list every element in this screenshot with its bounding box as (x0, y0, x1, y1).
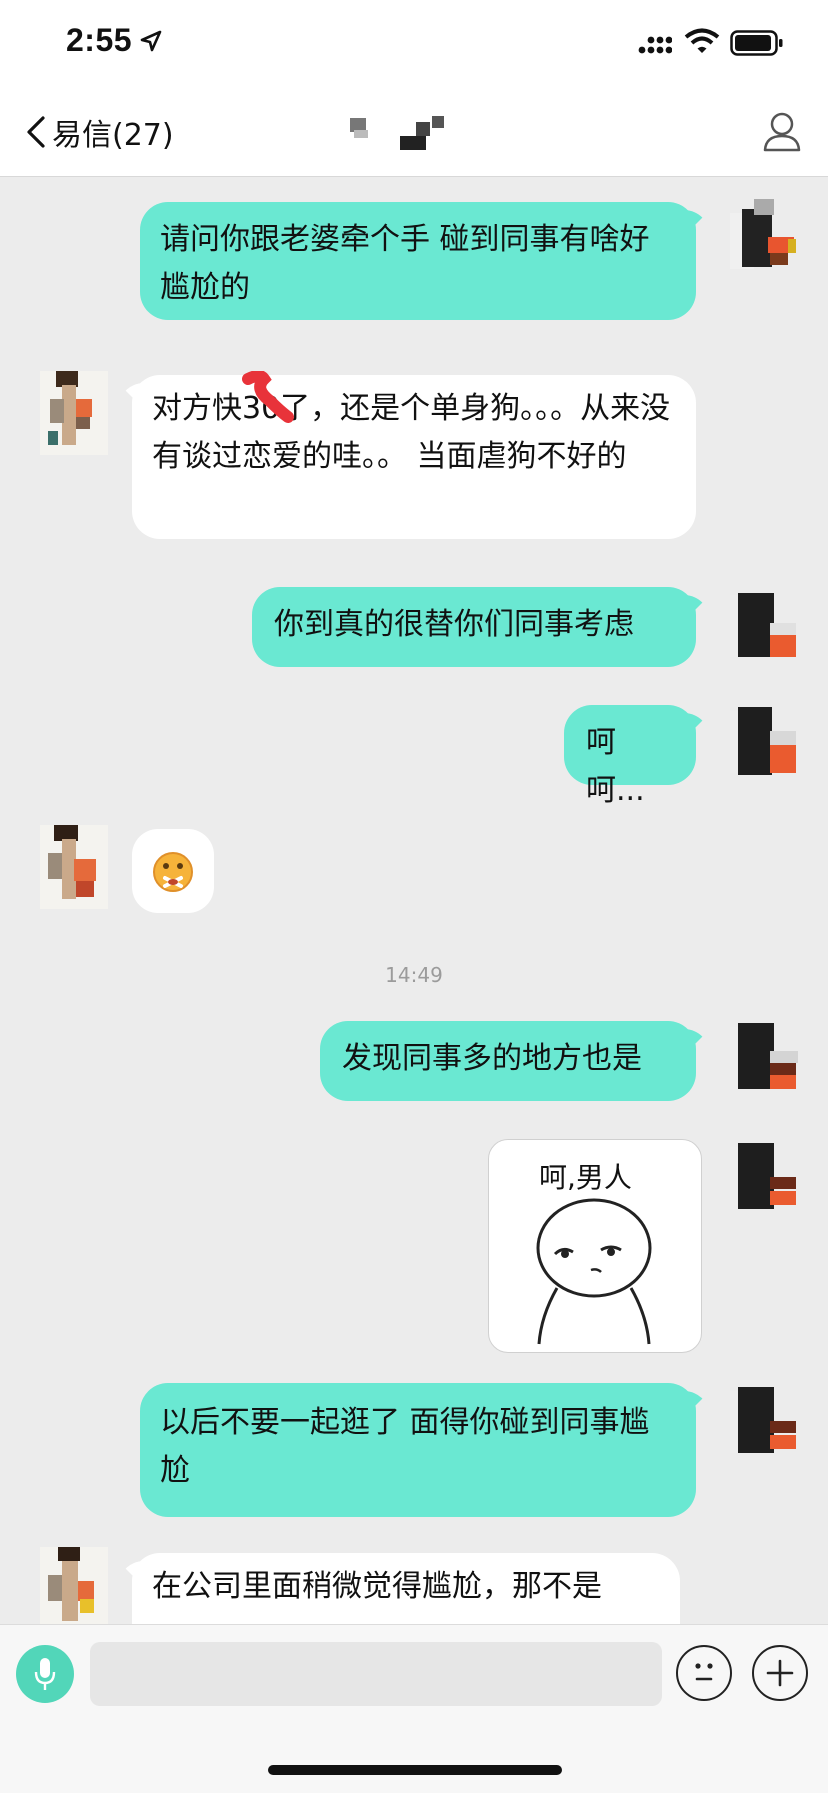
home-indicator[interactable] (268, 1765, 562, 1775)
voice-input-button[interactable] (16, 1645, 74, 1703)
red-scribble-redaction (242, 371, 294, 423)
nav-bar: 易信(27) (0, 88, 828, 177)
message-text: 以后不要一起逛了 面得你碰到同事尴尬 (160, 1405, 650, 1488)
back-label: 易信(27) (52, 118, 174, 153)
message-bubble-incoming[interactable] (132, 829, 214, 913)
self-avatar[interactable] (730, 1139, 798, 1223)
wifi-icon (684, 28, 720, 53)
message-text: 对方快30了，还是个单身狗。。。从来没有谈过恋爱的哇。。 当面虐狗不好的 (152, 391, 671, 474)
self-avatar[interactable] (730, 199, 798, 283)
profile-icon[interactable] (762, 110, 802, 154)
microphone-icon (34, 1658, 56, 1690)
message-bubble-outgoing[interactable]: 发现同事多的地方也是 (320, 1021, 696, 1101)
message-bubble-outgoing[interactable]: 以后不要一起逛了 面得你碰到同事尴尬 (140, 1383, 696, 1517)
message-bubble-outgoing[interactable]: 呵呵... (564, 705, 696, 808)
message-bubble-outgoing[interactable]: 请问你跟老婆牵个手 碰到同事有啥好尴尬的 (140, 202, 696, 320)
message-text: 发现同事多的地方也是 (342, 1041, 642, 1076)
emoji-button[interactable] (676, 1645, 732, 1701)
sticker-message[interactable]: 呵,男人 (488, 1139, 702, 1353)
status-bar: 2:55 (0, 0, 828, 88)
self-avatar[interactable] (730, 1383, 798, 1467)
more-button[interactable] (752, 1645, 808, 1701)
message-text: 你到真的很替你们同事考虑 (274, 607, 634, 642)
message-text: 呵呵... (586, 725, 645, 808)
message-text: 在公司里面稍微觉得尴尬，那不是 (152, 1569, 602, 1604)
meme-figure-icon (536, 1198, 652, 1345)
surprised-face-emoji (153, 852, 193, 892)
plus-icon (766, 1659, 794, 1687)
message-bubble-incoming[interactable]: 在公司里面稍微觉得尴尬，那不是 (132, 1553, 680, 1624)
signal-icon (638, 36, 672, 54)
message-input[interactable] (90, 1642, 662, 1706)
timestamp: 14:49 (385, 963, 443, 987)
message-bubble-incoming[interactable]: 对方快30了，还是个单身狗。。。从来没有谈过恋爱的哇。。 当面虐狗不好的 (132, 375, 696, 539)
contact-avatar[interactable] (40, 371, 108, 455)
self-avatar[interactable] (730, 1019, 798, 1103)
location-arrow-icon (140, 30, 162, 52)
message-bubble-outgoing[interactable]: 你到真的很替你们同事考虑 (252, 587, 696, 667)
emoji-icon (695, 1663, 713, 1681)
message-text: 请问你跟老婆牵个手 碰到同事有啥好尴尬的 (160, 222, 650, 305)
contact-name-pixelated (340, 116, 460, 150)
battery-icon (730, 30, 783, 56)
status-time: 2:55 (66, 22, 133, 58)
self-avatar[interactable] (730, 587, 798, 671)
back-button[interactable]: 易信(27) (26, 112, 174, 153)
sticker-caption: 呵,男人 (539, 1161, 632, 1194)
chat-area[interactable]: 请问你跟老婆牵个手 碰到同事有啥好尴尬的 对方快30了，还是个单身狗。。。从来没… (0, 177, 828, 1624)
contact-avatar[interactable] (40, 825, 108, 909)
contact-avatar[interactable] (40, 1547, 108, 1624)
self-avatar[interactable] (730, 703, 798, 787)
back-chevron-icon (27, 116, 45, 148)
